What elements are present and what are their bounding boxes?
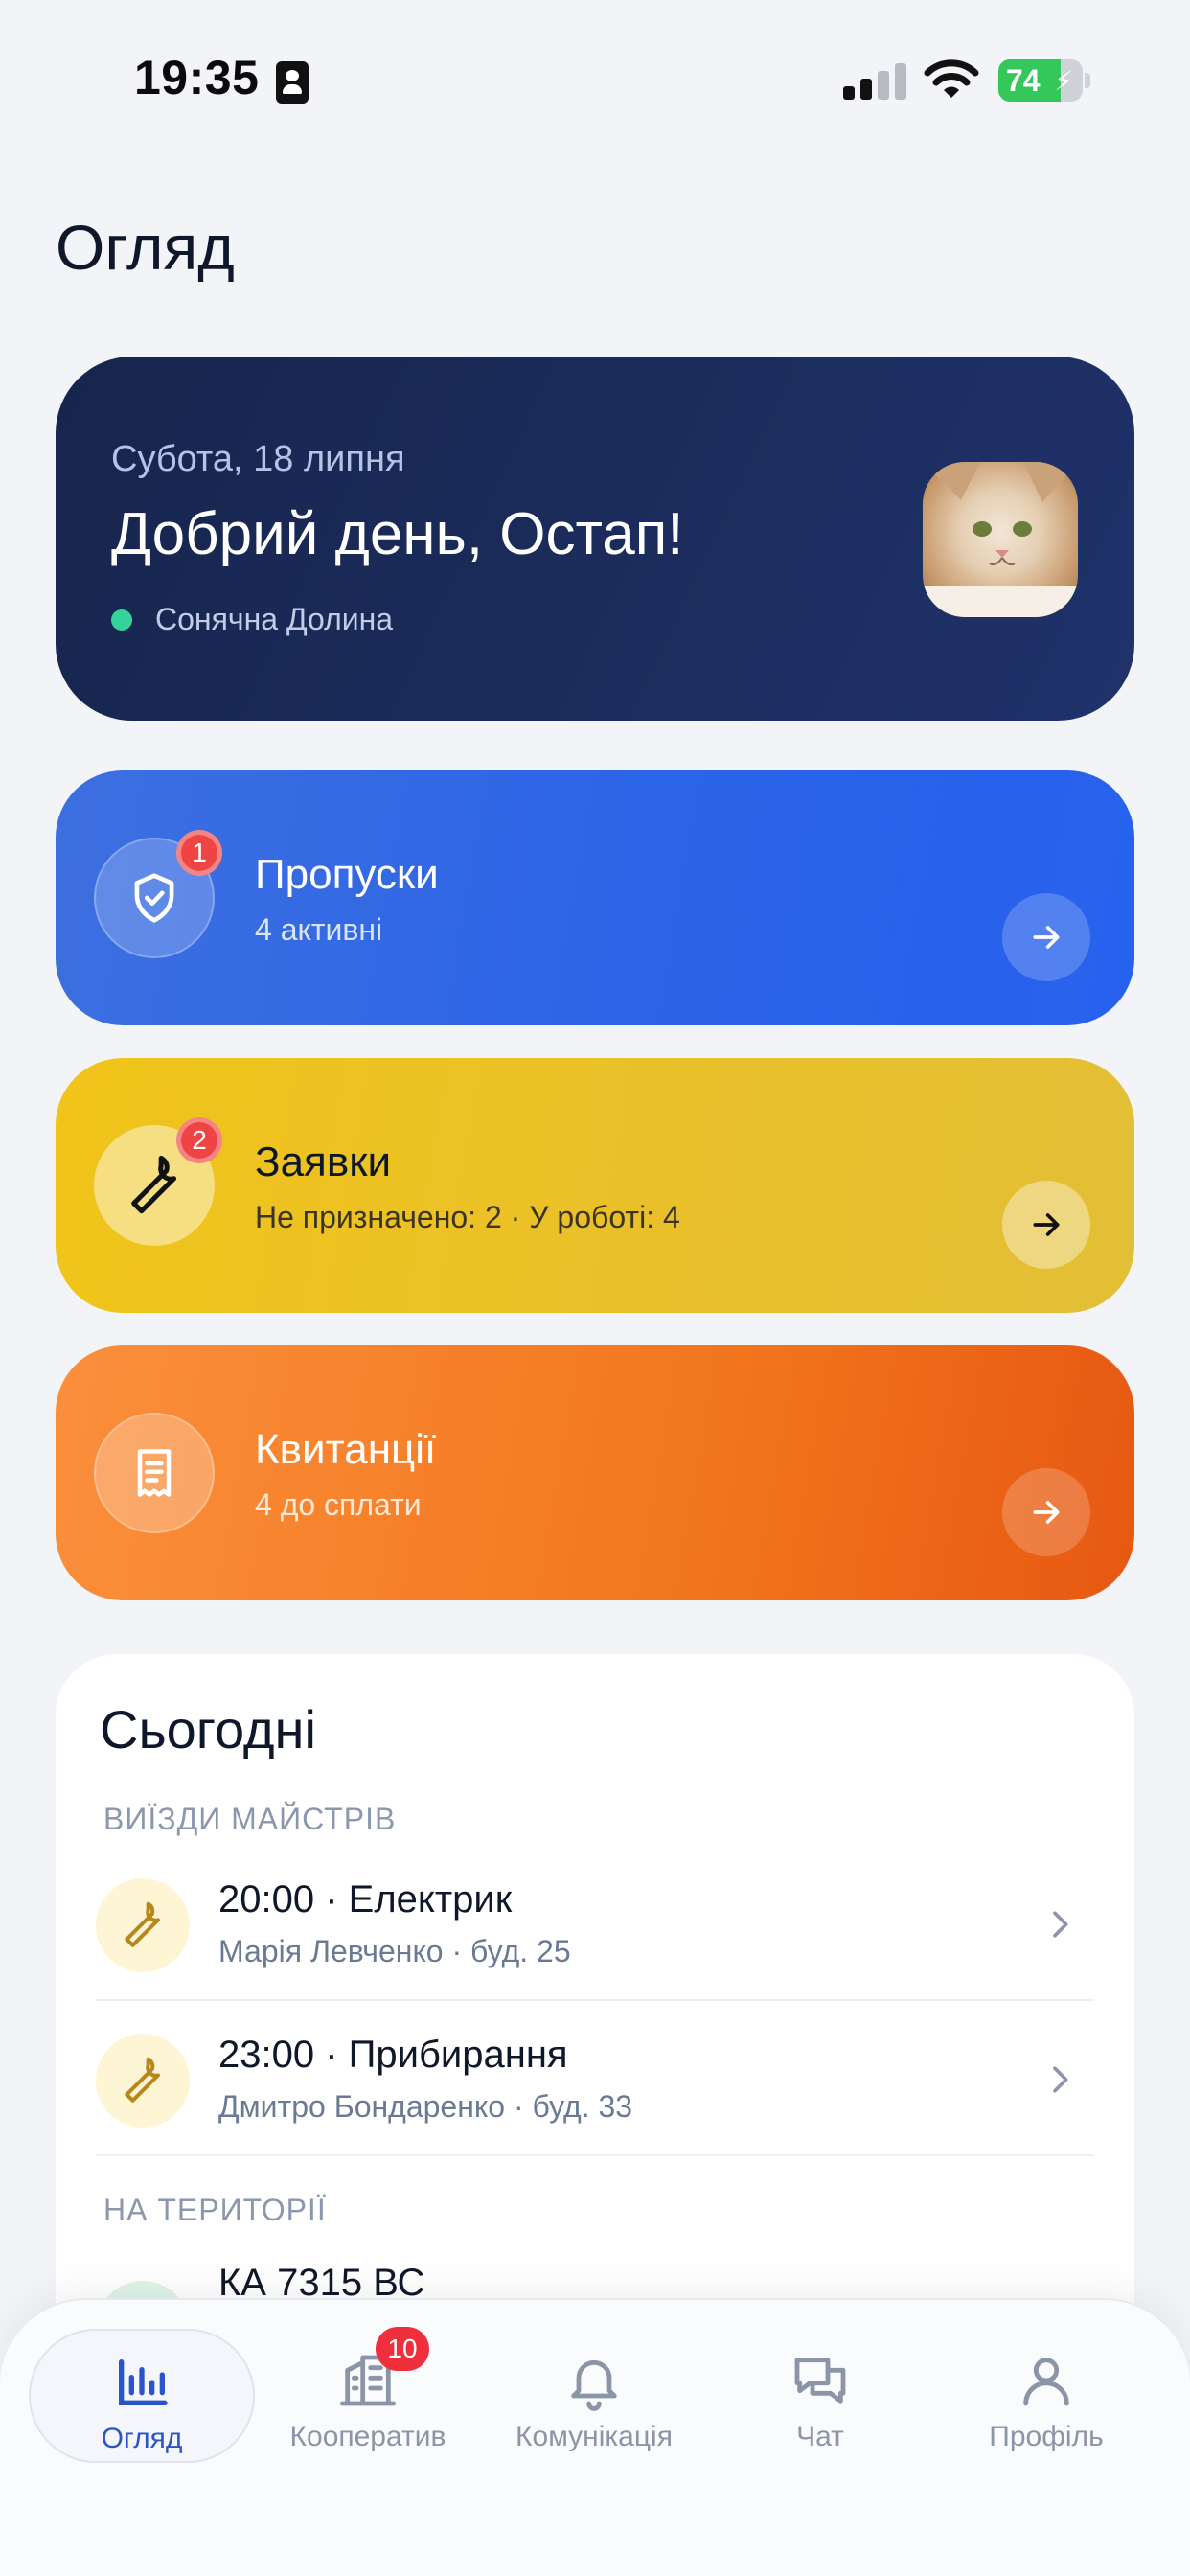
receipt-icon — [137, 1449, 172, 1497]
passes-badge: 1 — [176, 830, 222, 876]
tab-chat[interactable]: Чат — [707, 2329, 933, 2463]
visit-icon-wrap — [96, 1878, 190, 1972]
tab-label: Профіль — [989, 2421, 1104, 2452]
tab-overview[interactable]: Огляд — [29, 2329, 255, 2463]
page-title: Огляд — [56, 212, 235, 283]
user-icon — [1023, 2358, 1069, 2406]
tab-communication[interactable]: Комунікація — [481, 2329, 707, 2463]
wrench-icon — [125, 1901, 161, 1947]
battery-tip — [1085, 73, 1090, 88]
receipts-arrow-button[interactable] — [1002, 1468, 1090, 1556]
contact-card-icon — [276, 61, 309, 104]
passes-card[interactable]: 1 Пропуски 4 активні — [56, 770, 1134, 1025]
visit-title: 23:00 · Прибирання — [218, 2034, 568, 2076]
wrench-icon — [125, 2057, 161, 2103]
divider — [96, 2154, 1094, 2156]
tab-bar: Огляд 10 Кооператив Комунікація Чат Проф… — [0, 2298, 1190, 2576]
receipts-title: Квитанції — [255, 1426, 437, 1473]
tab-label: Комунікація — [515, 2421, 673, 2452]
status-time: 19:35 — [134, 51, 260, 104]
wrench-icon — [131, 1155, 177, 1214]
tab-profile[interactable]: Профіль — [933, 2329, 1159, 2463]
shield-check-icon — [134, 873, 174, 923]
bar-chart-icon — [119, 2359, 168, 2405]
today-heading: Сьогодні — [100, 1699, 316, 1760]
requests-badge: 2 — [176, 1117, 222, 1163]
tab-label: Чат — [796, 2421, 844, 2452]
visit-row[interactable]: 23:00 · Прибирання Дмитро Бондаренко · б… — [96, 2001, 1092, 2154]
passes-arrow-button[interactable] — [1002, 893, 1090, 981]
visit-meta: Марія Левченко · буд. 25 — [218, 1934, 571, 1968]
tab-label: Кооператив — [289, 2421, 446, 2452]
visit-meta: Дмитро Бондаренко · буд. 33 — [218, 2089, 633, 2124]
greeting-text: Добрий день, Остап! — [111, 501, 684, 567]
battery-percent: 74 — [1006, 63, 1041, 98]
passes-subtitle: 4 активні — [255, 912, 383, 947]
visit-row[interactable]: 20:00 · Електрик Марія Левченко · буд. 2… — [96, 1846, 1092, 1999]
greeting-card: Субота, 18 липня Добрий день, Остап! Сон… — [56, 356, 1134, 721]
cat-photo — [923, 462, 1078, 617]
status-dot — [111, 610, 132, 631]
tab-label: Огляд — [101, 2423, 183, 2454]
visit-title: 20:00 · Електрик — [218, 1878, 513, 1920]
receipts-icon-wrap — [94, 1413, 215, 1533]
territory-section-label: НА ТЕРИТОРІЇ — [103, 2193, 327, 2227]
greeting-date: Субота, 18 липня — [111, 439, 405, 479]
avatar[interactable] — [923, 462, 1078, 617]
chevron-right-icon — [1053, 2066, 1068, 2093]
arrow-right-icon — [1033, 1501, 1060, 1524]
tab-badge: 10 — [376, 2327, 429, 2371]
status-bar: 19:35 74 ⚡ — [0, 0, 1190, 163]
visit-icon-wrap — [96, 2034, 190, 2128]
signal-icon — [843, 61, 906, 100]
chat-bubbles-icon — [794, 2358, 846, 2404]
community-name: Сонячна Долина — [155, 602, 394, 636]
chevron-right-icon — [1053, 1911, 1068, 1938]
receipts-card[interactable]: Квитанції 4 до сплати — [56, 1346, 1134, 1600]
battery-icon: 74 ⚡ — [998, 59, 1083, 102]
visits-section-label: ВИЇЗДИ МАЙСТРІВ — [103, 1802, 397, 1836]
receipts-subtitle: 4 до сплати — [255, 1487, 422, 1522]
requests-subtitle: Не призначено: 2 · У роботі: 4 — [255, 1200, 680, 1234]
wifi-icon — [924, 59, 979, 98]
bell-icon — [571, 2359, 617, 2411]
requests-title: Заявки — [255, 1138, 392, 1185]
requests-card[interactable]: 2 Заявки Не призначено: 2 · У роботі: 4 — [56, 1058, 1134, 1313]
arrow-right-icon — [1033, 1213, 1060, 1236]
tab-cooperative[interactable]: 10 Кооператив — [255, 2327, 481, 2463]
arrow-right-icon — [1033, 926, 1060, 949]
passes-title: Пропуски — [255, 851, 439, 898]
charging-bolt-icon: ⚡ — [1054, 66, 1073, 96]
requests-arrow-button[interactable] — [1002, 1181, 1090, 1269]
